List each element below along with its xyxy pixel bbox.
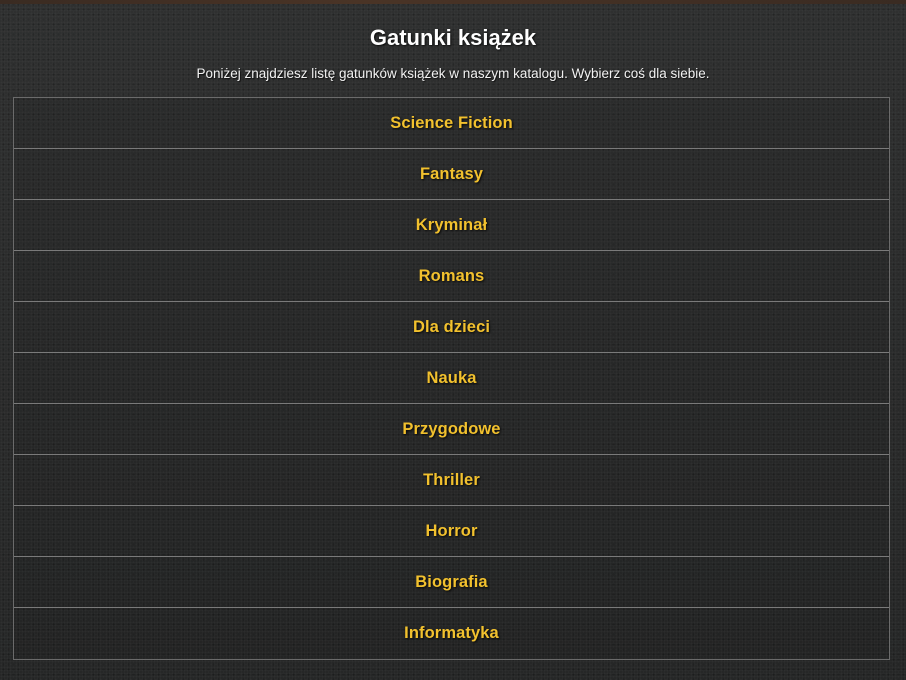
genre-item-romans[interactable]: Romans (14, 251, 889, 302)
genre-item-nauka[interactable]: Nauka (14, 353, 889, 404)
genre-label[interactable]: Dla dzieci (413, 318, 490, 337)
page-subtitle: Poniżej znajdziesz listę gatunków książe… (196, 66, 710, 81)
genre-list: Science Fiction Fantasy Kryminał Romans … (13, 97, 890, 660)
genre-label[interactable]: Informatyka (404, 624, 499, 643)
genre-item-informatyka[interactable]: Informatyka (14, 608, 889, 659)
genre-label[interactable]: Fantasy (420, 165, 483, 184)
genre-label[interactable]: Horror (426, 522, 478, 541)
genre-item-przygodowe[interactable]: Przygodowe (14, 404, 889, 455)
genre-label[interactable]: Thriller (423, 471, 480, 490)
genre-item-fantasy[interactable]: Fantasy (14, 149, 889, 200)
genre-label[interactable]: Kryminał (416, 216, 487, 235)
genre-label[interactable]: Biografia (415, 573, 487, 592)
genre-label[interactable]: Przygodowe (402, 420, 500, 439)
genres-page: Gatunki książek Poniżej znajdziesz listę… (0, 0, 906, 680)
genre-label[interactable]: Nauka (426, 369, 476, 388)
genre-item-science-fiction[interactable]: Science Fiction (14, 98, 889, 149)
page-title: Gatunki książek (369, 25, 537, 50)
genre-item-thriller[interactable]: Thriller (14, 455, 889, 506)
genre-label[interactable]: Science Fiction (390, 114, 513, 133)
genre-item-horror[interactable]: Horror (14, 506, 889, 557)
genre-item-kryminal[interactable]: Kryminał (14, 200, 889, 251)
genre-item-dla-dzieci[interactable]: Dla dzieci (14, 302, 889, 353)
genre-label[interactable]: Romans (419, 267, 485, 286)
genre-item-biografia[interactable]: Biografia (14, 557, 889, 608)
